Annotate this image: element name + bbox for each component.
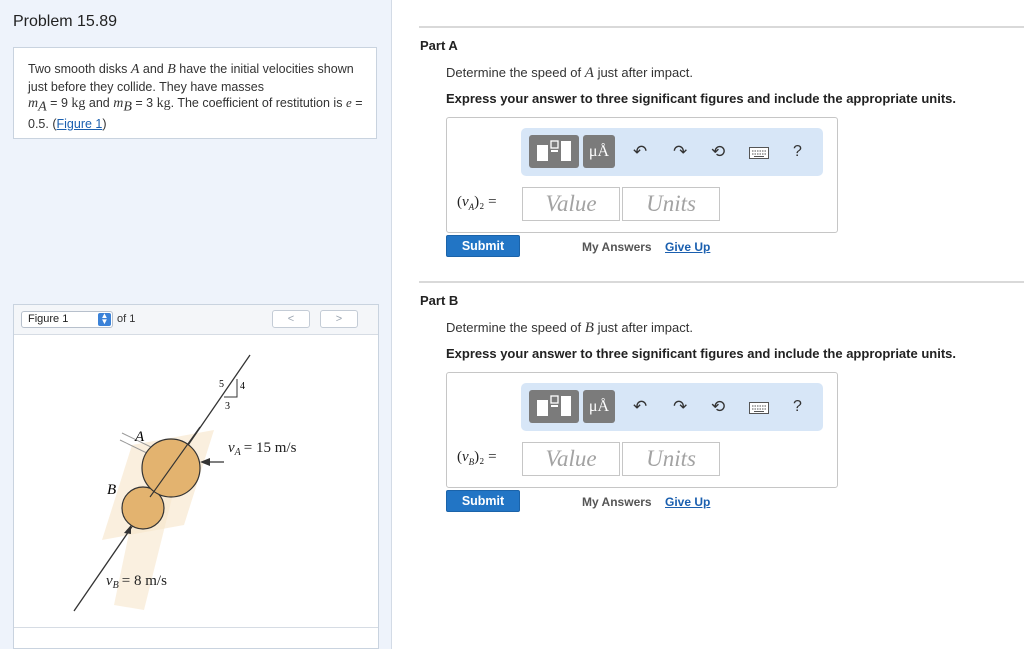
part-a-give-up[interactable]: Give Up (665, 240, 710, 254)
reset-icon[interactable]: ⟲ (711, 398, 725, 415)
figure-link[interactable]: Figure 1 (57, 117, 103, 131)
statement-text: Two smooth disks (28, 62, 128, 76)
disk-a-symbol: A (130, 62, 140, 77)
slope-3-label: 3 (225, 401, 230, 412)
part-a-label: Part A (420, 38, 458, 53)
undo-icon[interactable]: ↶ (633, 398, 647, 415)
units-button[interactable]: μÅ (583, 390, 615, 423)
slope-triangle (224, 379, 238, 398)
part-b-variable: (vB)₂ = (457, 449, 497, 467)
part-divider (419, 26, 1024, 28)
problem-statement: Two smooth disks A and B have the initia… (13, 47, 377, 139)
undo-icon[interactable]: ↶ (633, 143, 647, 160)
keyboard-icon[interactable] (749, 400, 769, 417)
figure-select-value: Figure 1 (28, 313, 69, 325)
disk-b-symbol: B (167, 62, 176, 77)
va-label: vA = 15 m/s (228, 440, 297, 458)
part-b-submit-button[interactable]: Submit (446, 490, 520, 512)
units-button[interactable]: μÅ (583, 135, 615, 168)
figure-next-button[interactable]: > (320, 310, 358, 328)
question-text: just after impact. (597, 320, 693, 335)
templates-button[interactable] (529, 390, 579, 423)
redo-icon[interactable]: ↷ (673, 143, 687, 160)
answer-panel: Part A Determine the speed of A just aft… (392, 0, 1024, 649)
variable-tail: )₂ = (474, 449, 497, 465)
part-b-question: Determine the speed of B just after impa… (446, 320, 693, 337)
templates-button[interactable] (529, 135, 579, 168)
question-text: Determine the speed of (446, 65, 582, 80)
value-input[interactable]: Value (522, 187, 620, 221)
mass-b-value: = 3 (135, 96, 154, 110)
mass-b-subscript: B (123, 99, 132, 115)
mass-a-symbol: m (28, 96, 39, 111)
part-b-my-answers[interactable]: My Answers (582, 495, 652, 509)
part-a-question: Determine the speed of A just after impa… (446, 65, 693, 82)
help-icon[interactable]: ? (793, 398, 802, 415)
label-b: B (107, 482, 116, 498)
mass-b-unit: kg (156, 96, 171, 111)
question-variable: A (584, 65, 594, 81)
question-text: just after impact. (597, 65, 693, 80)
mass-a-subscript: A (38, 99, 47, 115)
units-input[interactable]: Units (622, 442, 720, 476)
mass-a-value: = 9 (50, 96, 68, 110)
part-b-instruction: Express your answer to three significant… (446, 346, 956, 361)
part-a-variable: (vA)₂ = (457, 194, 497, 212)
part-b-answer-box: μÅ ↶ ↷ ⟲ ? (vB)₂ = Value Units (446, 372, 838, 488)
problem-panel: Problem 15.89 Two smooth disks A and B h… (0, 0, 392, 649)
statement-text: and (142, 62, 164, 76)
figure-header: Figure 1 ▲ ▼ of 1 < > (14, 305, 378, 335)
math-toolbar: μÅ ↶ ↷ ⟲ ? (521, 128, 823, 176)
part-divider (419, 281, 1024, 283)
select-arrows-icon: ▲ ▼ (98, 312, 111, 326)
templates-icon (537, 140, 571, 161)
collision-figure: 5 4 3 vA = 15 m/s A B vB = 8 m/s (73, 354, 297, 612)
variable-tail: )₂ = (474, 194, 497, 210)
vb-subscript: B (113, 580, 119, 591)
templates-icon (537, 395, 571, 416)
statement-text: . The coefficient of restitution is (170, 96, 343, 110)
part-a-instruction: Express your answer to three significant… (446, 91, 956, 106)
part-a-answer-box: μÅ ↶ ↷ ⟲ ? (vA)₂ = Value Units (446, 117, 838, 233)
label-a: A (134, 429, 145, 445)
value-input[interactable]: Value (522, 442, 620, 476)
question-text: Determine the speed of (446, 320, 582, 335)
part-a-submit-button[interactable]: Submit (446, 235, 520, 257)
variable-symbol: v (462, 449, 469, 465)
part-b-give-up[interactable]: Give Up (665, 495, 710, 509)
redo-icon[interactable]: ↷ (673, 398, 687, 415)
keyboard-icon[interactable] (749, 145, 769, 162)
va-value: = 15 m/s (244, 440, 297, 456)
math-toolbar: μÅ ↶ ↷ ⟲ ? (521, 383, 823, 431)
vb-value: = 8 m/s (122, 573, 167, 589)
slope-4-label: 4 (240, 381, 245, 392)
question-variable: B (584, 320, 594, 336)
units-input[interactable]: Units (622, 187, 720, 221)
figure-select[interactable]: Figure 1 ▲ ▼ (21, 311, 113, 328)
part-b-label: Part B (420, 293, 459, 308)
figure-footer-divider (14, 627, 378, 628)
reset-icon[interactable]: ⟲ (711, 143, 725, 160)
help-icon[interactable]: ? (793, 143, 802, 160)
figure-panel: Figure 1 ▲ ▼ of 1 < > 5 4 3 vA = 15 m/s … (13, 304, 379, 649)
figure-prev-button[interactable]: < (272, 310, 310, 328)
figure-count: of 1 (117, 313, 136, 325)
mass-a-unit: kg (71, 96, 86, 111)
statement-text: and (88, 96, 110, 110)
problem-title: Problem 15.89 (13, 13, 118, 30)
variable-symbol: v (462, 194, 469, 210)
mass-b-symbol: m (113, 96, 124, 111)
restitution-symbol: e (345, 95, 352, 110)
va-subscript: A (234, 447, 242, 458)
slope-5-label: 5 (219, 379, 224, 390)
vb-label: vB = 8 m/s (106, 573, 167, 591)
part-a-my-answers[interactable]: My Answers (582, 240, 652, 254)
